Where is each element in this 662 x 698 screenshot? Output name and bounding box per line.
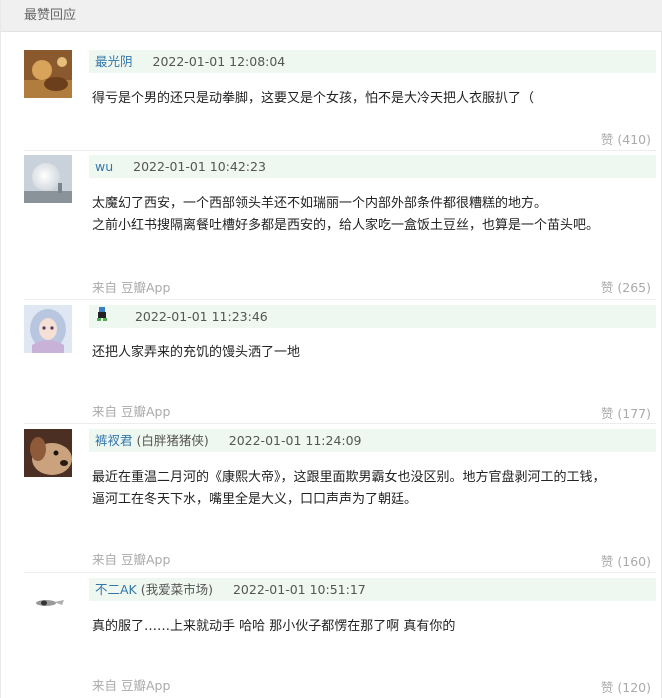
vote-button[interactable]: 赞 (410) [601, 129, 651, 148]
divider [24, 572, 656, 573]
author-subname: (白胖猪猪侠) [136, 433, 209, 448]
comment-source: 来自 豆瓣App [92, 280, 171, 295]
author-link[interactable]: 裤衩君 [95, 433, 133, 448]
divider [24, 150, 656, 151]
comment-body: 真的服了……上来就动手 哈哈 那小伙子都愣在那了啊 真有你的 [92, 616, 652, 638]
vote-button[interactable]: 赞 (265) [601, 277, 651, 296]
vote-button[interactable]: 赞 (160) [601, 551, 651, 570]
comment-time: 2022-01-01 12:08:04 [152, 54, 286, 69]
comment-line: 得亏是个男的还只是动拳脚，这要又是个女孩，怕不是大冷天把人衣服扒了（ [92, 91, 535, 106]
comment-body: 最近在重温二月河的《康熙大帝》，这跟里面欺男霸女也没区别。地方官盘剥河工的工钱，… [92, 467, 652, 511]
section-title: 最赞回应 [1, 0, 662, 32]
avatar[interactable] [24, 155, 72, 203]
comment-body: 得亏是个男的还只是动拳脚，这要又是个女孩，怕不是大冷天把人衣服扒了（ [92, 88, 652, 110]
comment-meta: 裤衩君 (白胖猪猪侠) 2022-01-01 11:24:09 [89, 429, 656, 452]
avatar-image [24, 155, 72, 203]
comment-time: 2022-01-01 11:23:46 [134, 309, 268, 324]
comments-panel: 最赞回应 最光阴 2022-01-01 12:08:04 得亏是个男的还只是动拳… [0, 0, 662, 698]
author-link[interactable]: 不二AK [95, 582, 137, 597]
avatar[interactable] [24, 578, 72, 626]
comment-body: 太魔幻了西安，一个西部领头羊还不如瑞丽一个内部外部条件都很糟糕的地方。 之前小红… [92, 193, 652, 237]
comment-meta: wu 2022-01-01 10:42:23 [89, 155, 656, 178]
divider [24, 299, 656, 300]
author-icon[interactable] [95, 306, 109, 329]
comment-line: 之前小红书搜隔离餐吐槽好多都是西安的，给人家吃一盒饭土豆丝，也算是一个苗头吧。 [92, 218, 600, 233]
comment-line: 太魔幻了西安，一个西部领头羊还不如瑞丽一个内部外部条件都很糟糕的地方。 [92, 196, 548, 211]
author-subname: (我爱菜市场) [140, 582, 213, 597]
comment-meta: 最光阴 2022-01-01 12:08:04 [89, 50, 656, 73]
comment-source: 来自 豆瓣App [92, 404, 171, 419]
avatar-image [24, 578, 72, 626]
comment-line: 逼河工在冬天下水，嘴里全是大义，口口声声为了朝廷。 [92, 492, 418, 507]
avatar-image [24, 305, 72, 353]
avatar[interactable] [24, 50, 72, 98]
author-link[interactable]: 最光阴 [95, 54, 133, 69]
comment-source: 来自 豆瓣App [92, 552, 171, 567]
comment-line: 还把人家弄来的充饥的馒头洒了一地 [92, 345, 301, 360]
avatar[interactable] [24, 429, 72, 477]
avatar-image [24, 429, 72, 477]
vote-button[interactable]: 赞 (120) [601, 677, 651, 696]
comment-time: 2022-01-01 10:42:23 [133, 159, 266, 174]
author-link[interactable]: wu [95, 159, 113, 174]
comment-meta: 不二AK (我爱菜市场) 2022-01-01 10:51:17 [89, 578, 656, 601]
comment-line: 最近在重温二月河的《康熙大帝》，这跟里面欺男霸女也没区别。地方官盘剥河工的工钱， [92, 470, 606, 485]
comment-meta: 2022-01-01 11:23:46 [89, 305, 656, 328]
comment-line: 真的服了……上来就动手 哈哈 那小伙子都愣在那了啊 真有你的 [92, 619, 456, 634]
divider [24, 423, 656, 424]
avatar[interactable] [24, 305, 72, 353]
comment-source: 来自 豆瓣App [92, 678, 171, 693]
vote-button[interactable]: 赞 (177) [601, 403, 651, 422]
avatar-image [24, 50, 72, 98]
comment-time: 2022-01-01 10:51:17 [232, 582, 366, 597]
comment-body: 还把人家弄来的充饥的馒头洒了一地 [92, 342, 652, 364]
comment-time: 2022-01-01 11:24:09 [228, 433, 362, 448]
